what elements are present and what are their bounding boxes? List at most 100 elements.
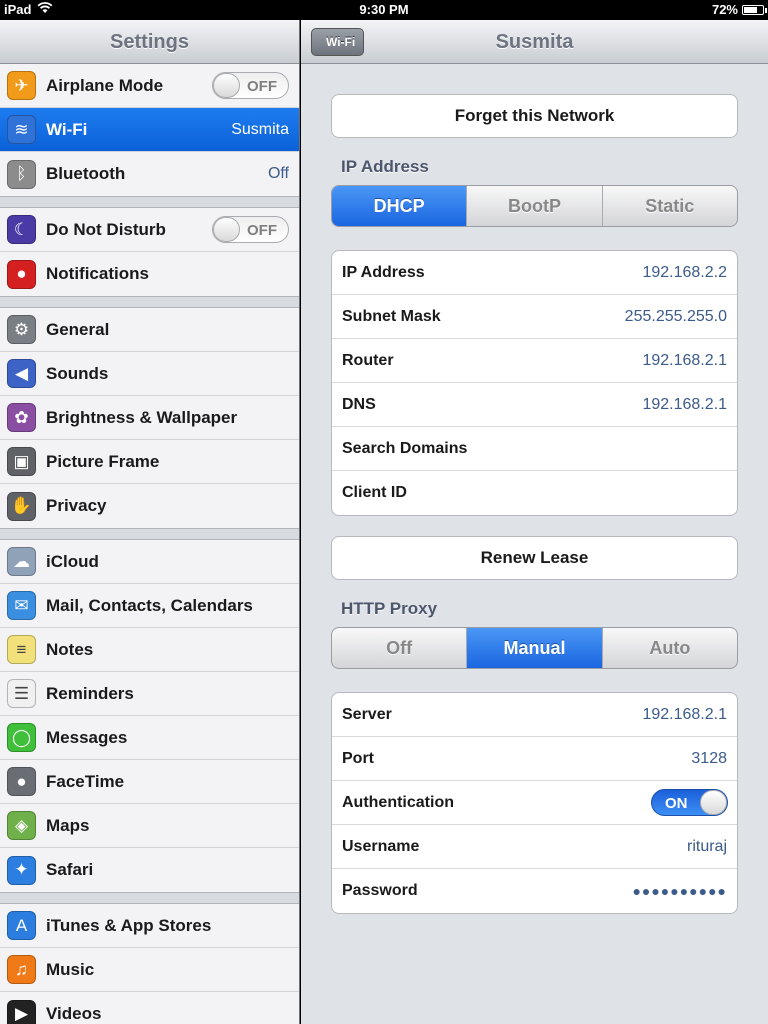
wifi-icon: ≋ [7, 115, 36, 144]
hand-icon: ✋ [7, 491, 36, 521]
flower-icon: ✿ [7, 403, 36, 432]
facetime-icon: ● [7, 767, 36, 796]
proxy-info-table: Server 192.168.2.1 Port 3128 Authentication O… [331, 692, 738, 914]
port-value: 3128 [691, 749, 727, 767]
sidebar-item-privacy[interactable]: ✋ Privacy [0, 484, 299, 528]
sidebar-item-music[interactable]: ♫ Music [0, 948, 299, 992]
sidebar-item-label: Do Not Disturb [46, 219, 166, 239]
wifi-detail-pane: Wi-Fi Susmita Forget this Network IP Add… [301, 20, 768, 1024]
sidebar-item-value: Susmita [231, 120, 289, 138]
router-label: Router [342, 351, 394, 369]
picture-frame-icon: ▣ [7, 447, 36, 476]
sidebar-item-brightness-wallpaper[interactable]: ✿ Brightness & Wallpaper [0, 396, 299, 440]
ip-mode-dhcp[interactable]: DHCP [332, 186, 468, 226]
ip-mode-static[interactable]: Static [603, 186, 737, 226]
sidebar-item-safari[interactable]: ✦ Safari [0, 848, 299, 892]
status-time: 9:30 PM [359, 2, 409, 17]
music-icon: ♫ [7, 955, 36, 984]
sidebar-item-wifi[interactable]: ≋ Wi-Fi Susmita [0, 108, 299, 152]
username-label: Username [342, 837, 420, 855]
row-dns[interactable]: DNS 192.168.2.1 [332, 383, 737, 427]
ip-address-section-title: IP Address [341, 157, 429, 176]
sidebar-item-do-not-disturb[interactable]: ☾ Do Not Disturb OFF [0, 208, 299, 252]
row-ip-address[interactable]: IP Address 192.168.2.2 [332, 251, 737, 295]
row-server[interactable]: Server 192.168.2.1 [332, 693, 737, 737]
detail-navbar: Wi-Fi Susmita [301, 20, 768, 64]
settings-sidebar: Settings ✈ Airplane Mode OFF ≋ Wi-Fi Susmita ᛒ… [0, 20, 300, 1024]
sidebar-item-sounds[interactable]: ◀ Sounds [0, 352, 299, 396]
sidebar-item-facetime[interactable]: ● FaceTime [0, 760, 299, 804]
sidebar-item-label: FaceTime [46, 771, 125, 791]
row-password[interactable]: Password ●●●●●●●●●● [332, 869, 737, 913]
ip-mode-segmented-control: DHCP BootP Static [331, 185, 738, 227]
safari-icon: ✦ [7, 855, 36, 885]
sidebar-item-value: Off [267, 165, 289, 182]
row-router[interactable]: Router 192.168.2.1 [332, 339, 737, 383]
router-value: 192.168.2.1 [642, 351, 727, 369]
ip-address-value: 192.168.2.2 [642, 263, 727, 281]
mail-icon: ✉ [7, 591, 36, 620]
sidebar-item-label: Safari [46, 860, 94, 879]
sidebar-item-label: iCloud [46, 551, 99, 571]
http-proxy-section-title: HTTP Proxy [341, 599, 438, 618]
do-not-disturb-toggle[interactable]: OFF [212, 216, 289, 243]
sidebar-item-airplane-mode[interactable]: ✈ Airplane Mode OFF [0, 64, 299, 108]
row-authentication[interactable]: Authentication ON [332, 781, 737, 825]
sidebar-item-label: Airplane Mode [46, 75, 164, 95]
messages-icon: ◯ [7, 723, 36, 752]
toggle-label: OFF [247, 222, 277, 239]
notifications-icon: ● [7, 259, 36, 289]
password-value: ●●●●●●●●●● [632, 883, 727, 899]
sidebar-item-notes[interactable]: ≡ Notes [0, 628, 299, 672]
proxy-mode-manual[interactable]: Manual [467, 628, 603, 668]
sidebar-item-picture-frame[interactable]: ▣ Picture Frame [0, 440, 299, 484]
row-port[interactable]: Port 3128 [332, 737, 737, 781]
server-value: 192.168.2.1 [642, 705, 727, 723]
search-domains-label: Search Domains [342, 439, 468, 457]
authentication-toggle[interactable]: ON [651, 789, 728, 816]
sidebar-group: ☁ iCloud ✉ Mail, Contacts, Calendars ≡ Notes ☰… [0, 539, 299, 893]
port-label: Port [342, 749, 374, 767]
sidebar-item-general[interactable]: ⚙ General [0, 308, 299, 352]
subnet-mask-value: 255.255.255.0 [624, 307, 727, 325]
sidebar-item-icloud[interactable]: ☁ iCloud [0, 540, 299, 584]
sidebar-item-label: Sounds [46, 363, 109, 383]
airplane-mode-toggle[interactable]: OFF [212, 72, 289, 99]
ip-mode-bootp[interactable]: BootP [467, 186, 603, 226]
row-search-domains[interactable]: Search Domains [332, 427, 737, 471]
authentication-label: Authentication [342, 793, 454, 811]
sidebar-item-reminders[interactable]: ☰ Reminders [0, 672, 299, 716]
proxy-mode-off[interactable]: Off [332, 628, 468, 668]
renew-lease-button[interactable]: Renew Lease [331, 536, 738, 580]
row-client-id[interactable]: Client ID [332, 471, 737, 515]
row-username[interactable]: Username rituraj [332, 825, 737, 869]
toggle-knob [700, 790, 727, 815]
bluetooth-icon: ᛒ [7, 159, 36, 189]
server-label: Server [342, 705, 392, 723]
sidebar-item-maps[interactable]: ◈ Maps [0, 804, 299, 848]
toggle-knob [213, 73, 240, 98]
ip-address-label: IP Address [342, 263, 425, 281]
back-button[interactable]: Wi-Fi [311, 28, 365, 56]
toggle-label: ON [665, 795, 688, 812]
forget-network-button[interactable]: Forget this Network [331, 94, 738, 138]
sidebar-item-messages[interactable]: ◯ Messages [0, 716, 299, 760]
notes-icon: ≡ [7, 635, 36, 664]
sidebar-item-videos[interactable]: ▶ Videos [0, 992, 299, 1024]
sidebar-group: ☾ Do Not Disturb OFF ● Notifications [0, 207, 299, 297]
sidebar-item-label: Videos [46, 1004, 102, 1023]
toggle-knob [213, 217, 240, 242]
sidebar-item-notifications[interactable]: ● Notifications [0, 252, 299, 296]
sidebar-group: ⚙ General ◀ Sounds ✿ Brightness & Wallpaper ▣ P… [0, 307, 299, 529]
ip-info-table: IP Address 192.168.2.2 Subnet Mask 255.255.… [331, 250, 738, 516]
cloud-icon: ☁ [7, 547, 36, 576]
row-subnet-mask[interactable]: Subnet Mask 255.255.255.0 [332, 295, 737, 339]
sidebar-item-label: Notes [46, 639, 94, 659]
sidebar-item-label: Picture Frame [46, 451, 160, 471]
sidebar-item-bluetooth[interactable]: ᛒ Bluetooth Off [0, 152, 299, 196]
battery-icon [742, 4, 767, 15]
proxy-mode-auto[interactable]: Auto [603, 628, 737, 668]
sidebar-item-mail-contacts-calendars[interactable]: ✉ Mail, Contacts, Calendars [0, 584, 299, 628]
sidebar-item-itunes-app-stores[interactable]: AiTunes & App Stores [0, 904, 299, 948]
sidebar-group: ✈ Airplane Mode OFF ≋ Wi-Fi Susmita ᛒ Bluetooth… [0, 64, 299, 197]
